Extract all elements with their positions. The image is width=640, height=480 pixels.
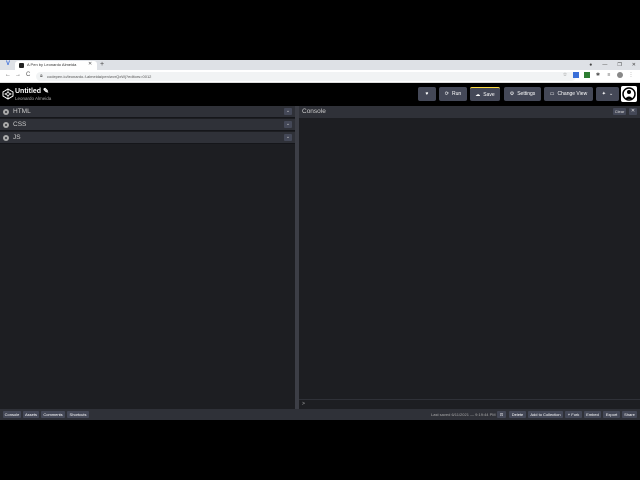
pen-title[interactable]: Untitled ✎ bbox=[15, 87, 49, 95]
screen: V A Pen by Leonardo Almeida ✕ + ● — ❐ ✕ … bbox=[0, 60, 640, 420]
pin-menu-button[interactable]: ✦ ⌄ bbox=[596, 87, 619, 101]
editor-title: JS bbox=[13, 134, 21, 141]
tab-search-icon[interactable]: V bbox=[6, 61, 10, 67]
css-settings-icon[interactable] bbox=[3, 122, 9, 128]
extension-icons: ☆ ✱ ≡ ⋮ bbox=[562, 72, 634, 78]
chevron-down-icon: ⌄ bbox=[609, 91, 614, 97]
lock-icon: 🔒︎ bbox=[40, 73, 43, 79]
codepen-header: Untitled ✎ Leonardo Almeida ♥ ⟳ Run ☁ Sa… bbox=[0, 83, 640, 106]
editors-pane: HTML ⌄ CSS ⌄ JS ⌄ bbox=[0, 106, 295, 409]
profile-avatar-icon[interactable] bbox=[617, 72, 623, 78]
pen-title-text: Untitled bbox=[15, 88, 42, 95]
new-tab-button[interactable]: + bbox=[100, 60, 104, 69]
browser-tab[interactable]: A Pen by Leonardo Almeida ✕ bbox=[15, 61, 97, 70]
edit-pencil-icon[interactable]: ✎ bbox=[43, 88, 49, 95]
export-button[interactable]: Export bbox=[603, 411, 620, 418]
change-view-button[interactable]: ▭ Change View bbox=[544, 87, 593, 101]
tab-close-icon[interactable]: ✕ bbox=[88, 61, 92, 67]
footer-bar: Console Assets Comments Shortcuts Last s… bbox=[0, 409, 640, 420]
change-view-label: Change View bbox=[557, 91, 588, 97]
add-to-collection-button[interactable]: Add to Collection bbox=[528, 411, 563, 418]
share-button[interactable]: Share bbox=[622, 411, 637, 418]
footer-assets-button[interactable]: Assets bbox=[23, 411, 39, 418]
run-icon: ⟳ bbox=[444, 91, 449, 97]
heart-icon: ♥ bbox=[425, 91, 429, 97]
chevron-down-icon[interactable]: ⌄ bbox=[284, 134, 292, 141]
close-window-icon[interactable]: ✕ bbox=[632, 60, 636, 70]
embed-button[interactable]: Embed bbox=[584, 411, 601, 418]
footer-shortcuts-button[interactable]: Shortcuts bbox=[67, 411, 89, 418]
window-controls: ● — ❐ ✕ bbox=[589, 60, 636, 70]
console-pane: Console Clear ✕ > bbox=[299, 106, 640, 409]
console-title: Console bbox=[302, 108, 326, 115]
address-bar: ← → C 🔒︎ codepen.io/leonardo-f-almeida/p… bbox=[0, 70, 640, 83]
console-prompt-icon: > bbox=[302, 401, 305, 407]
like-button[interactable]: ♥ bbox=[418, 87, 436, 101]
codepen-logo-icon[interactable] bbox=[2, 88, 14, 100]
footer-comments-button[interactable]: Comments bbox=[41, 411, 65, 418]
last-saved-text: Last saved 6/11/2021 — 9:19:44 PM bbox=[431, 412, 496, 417]
html-settings-icon[interactable] bbox=[3, 109, 9, 115]
bookmark-star-icon[interactable]: ☆ bbox=[562, 72, 568, 78]
clear-console-button[interactable]: Clear bbox=[613, 108, 626, 115]
chevron-down-icon[interactable]: ⌄ bbox=[284, 108, 292, 115]
extension-icon[interactable] bbox=[584, 72, 590, 78]
layout-icon: ▭ bbox=[549, 91, 555, 97]
avatar-image-icon bbox=[622, 87, 636, 101]
user-avatar[interactable] bbox=[621, 86, 637, 102]
maximize-icon[interactable]: ❐ bbox=[617, 60, 621, 70]
info-icon[interactable]: ⊡ bbox=[497, 411, 506, 418]
pin-icon: ✦ bbox=[601, 91, 606, 97]
editor-css[interactable]: CSS ⌄ bbox=[0, 119, 295, 131]
editor-title: CSS bbox=[13, 121, 27, 128]
delete-button[interactable]: Delete bbox=[509, 411, 526, 418]
forward-icon[interactable]: → bbox=[15, 72, 21, 78]
browser-tab-title: A Pen by Leonardo Almeida bbox=[27, 62, 77, 67]
fork-button[interactable]: ⑂ Fork bbox=[565, 411, 582, 418]
cloud-icon: ☁ bbox=[475, 91, 481, 98]
profile-dot-icon[interactable]: ● bbox=[589, 60, 592, 70]
url-text: codepen.io/leonardo-f-almeida/pen/wvrQxW… bbox=[47, 73, 152, 79]
extension-icon[interactable] bbox=[573, 72, 579, 78]
save-button[interactable]: ☁ Save bbox=[470, 87, 500, 101]
settings-button[interactable]: ⚙ Settings bbox=[504, 87, 541, 101]
console-input[interactable]: > bbox=[299, 399, 640, 409]
url-field[interactable]: 🔒︎ codepen.io/leonardo-f-almeida/pen/wvr… bbox=[36, 72, 576, 81]
run-label: Run bbox=[452, 91, 462, 97]
gear-icon: ⚙ bbox=[509, 91, 515, 97]
js-settings-icon[interactable] bbox=[3, 135, 9, 141]
editor-title: HTML bbox=[13, 108, 31, 115]
chevron-down-icon[interactable]: ⌄ bbox=[284, 121, 292, 128]
close-console-button[interactable]: ✕ bbox=[629, 108, 637, 115]
editor-html[interactable]: HTML ⌄ bbox=[0, 106, 295, 118]
codepen-favicon-icon bbox=[19, 63, 24, 68]
run-button[interactable]: ⟳ Run bbox=[439, 87, 467, 101]
media-icon[interactable]: ≡ bbox=[606, 72, 612, 78]
console-header: Console Clear ✕ bbox=[299, 106, 640, 118]
minimize-icon[interactable]: — bbox=[602, 60, 607, 70]
editor-js[interactable]: JS ⌄ bbox=[0, 132, 295, 144]
settings-label: Settings bbox=[517, 91, 536, 97]
menu-dots-icon[interactable]: ⋮ bbox=[628, 72, 634, 78]
puzzle-icon[interactable]: ✱ bbox=[595, 72, 601, 78]
reload-icon[interactable]: C bbox=[26, 72, 30, 78]
footer-console-button[interactable]: Console bbox=[3, 411, 21, 418]
save-label: Save bbox=[483, 91, 495, 98]
browser-tab-strip: V A Pen by Leonardo Almeida ✕ + ● — ❐ ✕ bbox=[0, 60, 640, 70]
pen-author[interactable]: Leonardo Almeida bbox=[15, 96, 51, 101]
back-icon[interactable]: ← bbox=[5, 72, 11, 78]
